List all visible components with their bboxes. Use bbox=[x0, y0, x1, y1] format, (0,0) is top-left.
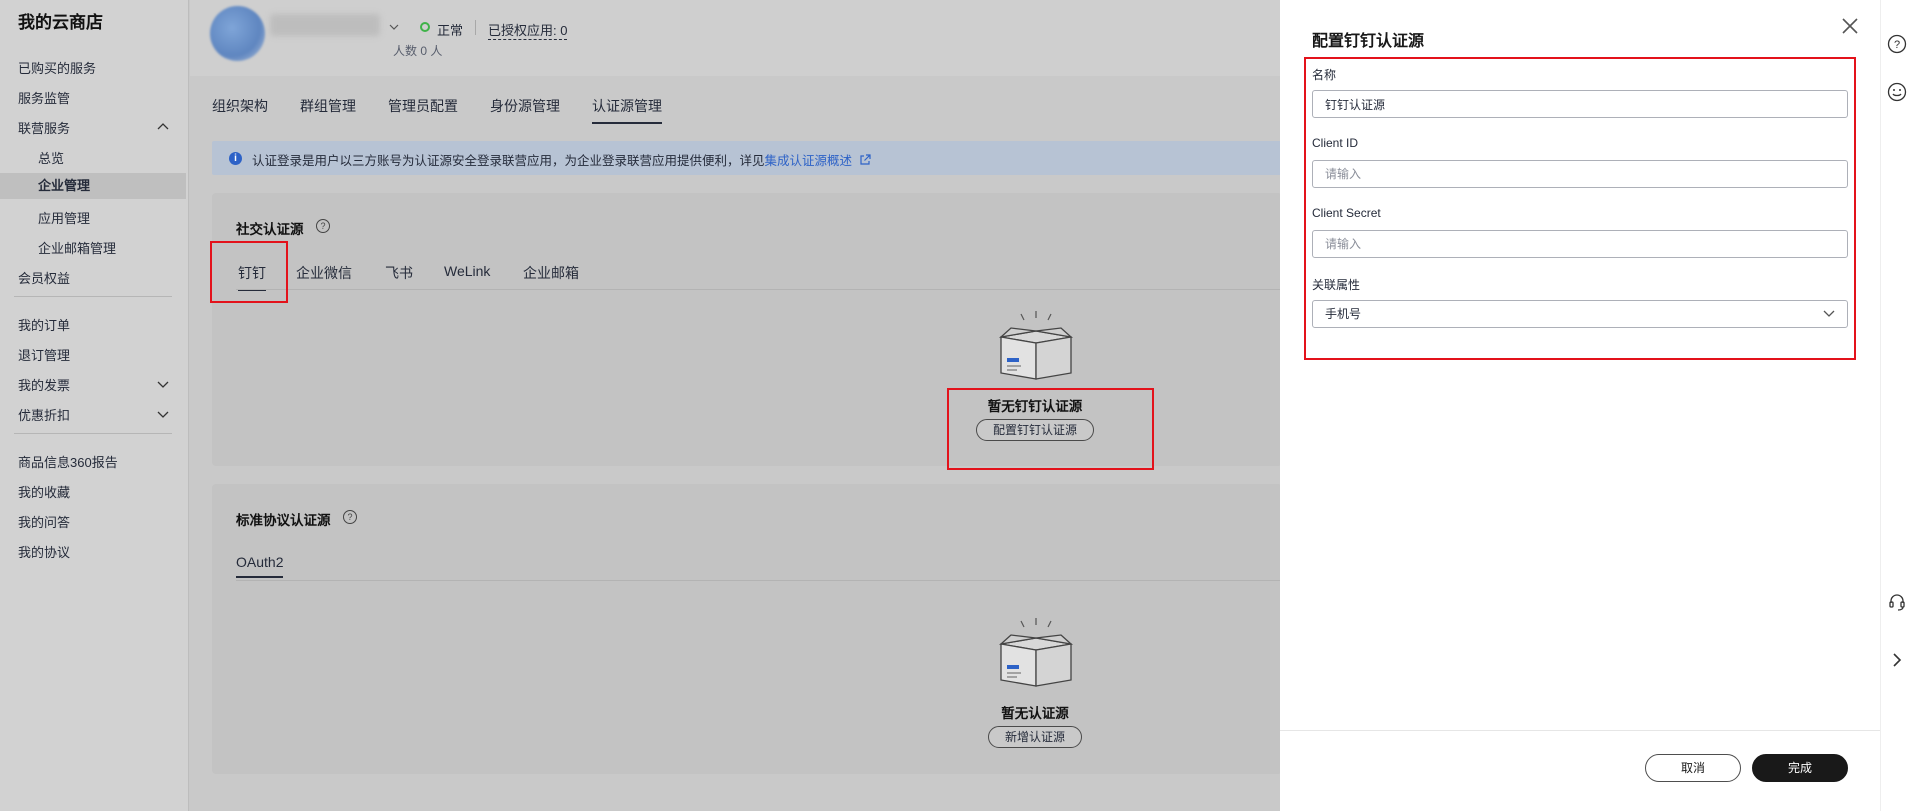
cancel-button[interactable]: 取消 bbox=[1645, 754, 1741, 782]
chevron-down-icon[interactable] bbox=[157, 408, 169, 420]
chevron-down-icon bbox=[1823, 310, 1835, 317]
tab-oauth2[interactable]: OAuth2 bbox=[236, 554, 284, 578]
add-auth-source-button[interactable]: 新增认证源 bbox=[988, 726, 1082, 748]
right-toolbar: ? bbox=[1880, 0, 1911, 811]
info-notice: i 认证登录是用户以三方账号为认证源安全登录联营应用，为企业登录联营应用提供便利… bbox=[212, 141, 1282, 175]
sidebar-item-orders[interactable]: 我的订单 bbox=[18, 315, 70, 334]
avatar bbox=[210, 6, 265, 61]
sidebar-item-agreements[interactable]: 我的协议 bbox=[18, 542, 70, 561]
sidebar-item-joint-service[interactable]: 联营服务 bbox=[18, 118, 70, 137]
client-secret-input[interactable] bbox=[1312, 230, 1848, 258]
chevron-right-icon[interactable] bbox=[1887, 650, 1907, 670]
sidebar-item-invoices[interactable]: 我的发票 bbox=[18, 375, 70, 394]
sidebar-divider bbox=[14, 296, 172, 297]
smile-icon[interactable] bbox=[1887, 82, 1907, 102]
tab-group-management[interactable]: 群组管理 bbox=[300, 96, 356, 116]
close-icon[interactable] bbox=[1840, 16, 1860, 36]
chevron-down-icon[interactable] bbox=[157, 378, 169, 390]
svg-text:?: ? bbox=[1894, 39, 1900, 51]
authorized-apps-link[interactable]: 已授权应用: 0 bbox=[488, 20, 568, 40]
client-secret-label: Client Secret bbox=[1312, 206, 1381, 220]
name-label: 名称 bbox=[1312, 68, 1337, 82]
social-auth-card: 社交认证源 ? 钉钉 企业微信 飞书 WeLink 企业邮箱 暂无钉钉认证源 配… bbox=[212, 193, 1282, 466]
sidebar-item-qa[interactable]: 我的问答 bbox=[18, 512, 70, 531]
tab-mailbox[interactable]: 企业邮箱 bbox=[523, 263, 579, 283]
enterprise-name-blurred bbox=[270, 14, 380, 36]
confirm-button[interactable]: 完成 bbox=[1752, 754, 1848, 782]
help-icon[interactable]: ? bbox=[343, 510, 357, 524]
tab-wecom[interactable]: 企业微信 bbox=[296, 263, 352, 283]
tab-identity-source[interactable]: 身份源管理 bbox=[490, 96, 560, 116]
sidebar-item-report[interactable]: 商品信息360报告 bbox=[18, 452, 118, 471]
config-drawer: 配置钉钉认证源 名称 Client ID Client Secret 关联属性 … bbox=[1280, 0, 1880, 811]
tab-dingtalk[interactable]: 钉钉 bbox=[238, 263, 266, 291]
headset-icon[interactable] bbox=[1887, 592, 1907, 612]
sidebar-item-favorites[interactable]: 我的收藏 bbox=[18, 482, 70, 501]
sidebar-item-app-management[interactable]: 应用管理 bbox=[38, 208, 90, 227]
status-dot-icon bbox=[420, 22, 430, 32]
sidebar-item-service-supervision[interactable]: 服务监管 bbox=[18, 88, 70, 107]
tab-auth-source[interactable]: 认证源管理 bbox=[592, 96, 662, 124]
tab-feishu[interactable]: 飞书 bbox=[385, 263, 413, 283]
sidebar-title: 我的云商店 bbox=[18, 13, 103, 32]
empty-title: 暂无认证源 bbox=[1001, 706, 1069, 721]
name-input[interactable] bbox=[1312, 90, 1848, 118]
empty-title: 暂无钉钉认证源 bbox=[987, 399, 1083, 414]
empty-box-icon bbox=[998, 618, 1074, 687]
standard-card-title: 标准协议认证源 bbox=[236, 513, 331, 528]
social-card-title: 社交认证源 bbox=[236, 222, 304, 237]
sidebar-item-unsubscribe[interactable]: 退订管理 bbox=[18, 345, 70, 364]
help-icon[interactable]: ? bbox=[316, 219, 330, 233]
drawer-title: 配置钉钉认证源 bbox=[1312, 33, 1425, 50]
client-id-label: Client ID bbox=[1312, 136, 1359, 150]
tabs-divider bbox=[236, 289, 1282, 290]
external-link-icon[interactable] bbox=[859, 154, 871, 166]
sidebar-item-purchased[interactable]: 已购买的服务 bbox=[18, 58, 96, 77]
help-circle-icon[interactable]: ? bbox=[1887, 34, 1907, 54]
notice-text: 认证登录是用户以三方账号为认证源安全登录联营应用，为企业登录联营应用提供便利，详… bbox=[252, 150, 871, 169]
sidebar: 我的云商店 已购买的服务 服务监管 联营服务 总览 企业管理 应用管理 企业邮箱… bbox=[0, 0, 189, 811]
attr-label: 关联属性 bbox=[1312, 278, 1361, 292]
configure-dingtalk-button[interactable]: 配置钉钉认证源 bbox=[976, 419, 1094, 441]
notice-link[interactable]: 集成认证源概述 bbox=[765, 154, 853, 168]
attr-select[interactable]: 手机号 bbox=[1312, 300, 1848, 328]
attr-select-value: 手机号 bbox=[1325, 307, 1362, 321]
chevron-down-icon[interactable] bbox=[389, 22, 399, 32]
chevron-up-icon[interactable] bbox=[157, 121, 169, 133]
client-id-input[interactable] bbox=[1312, 160, 1848, 188]
status-text: 正常 bbox=[437, 23, 464, 38]
notice-body: 认证登录是用户以三方账号为认证源安全登录联营应用，为企业登录联营应用提供便利，详… bbox=[252, 154, 765, 168]
people-count: 人数 0 人 bbox=[393, 44, 443, 58]
sidebar-item-member-rights[interactable]: 会员权益 bbox=[18, 268, 70, 287]
tab-org-structure[interactable]: 组织架构 bbox=[212, 96, 268, 116]
empty-box-icon bbox=[998, 311, 1074, 380]
standard-auth-card: 标准协议认证源 ? OAuth2 暂无认证源 新增认证源 bbox=[212, 484, 1282, 774]
sidebar-item-overview[interactable]: 总览 bbox=[38, 148, 64, 167]
info-icon: i bbox=[229, 152, 242, 165]
sidebar-item-mailbox-management[interactable]: 企业邮箱管理 bbox=[38, 238, 116, 257]
sidebar-item-enterprise[interactable]: 企业管理 bbox=[0, 173, 186, 199]
tabs-divider bbox=[236, 580, 1282, 581]
drawer-footer-divider bbox=[1280, 730, 1880, 731]
sidebar-item-discounts[interactable]: 优惠折扣 bbox=[18, 405, 70, 424]
header-divider bbox=[475, 20, 476, 35]
sidebar-divider bbox=[14, 433, 172, 434]
tab-admin-config[interactable]: 管理员配置 bbox=[388, 96, 458, 116]
tab-welink[interactable]: WeLink bbox=[444, 263, 490, 279]
